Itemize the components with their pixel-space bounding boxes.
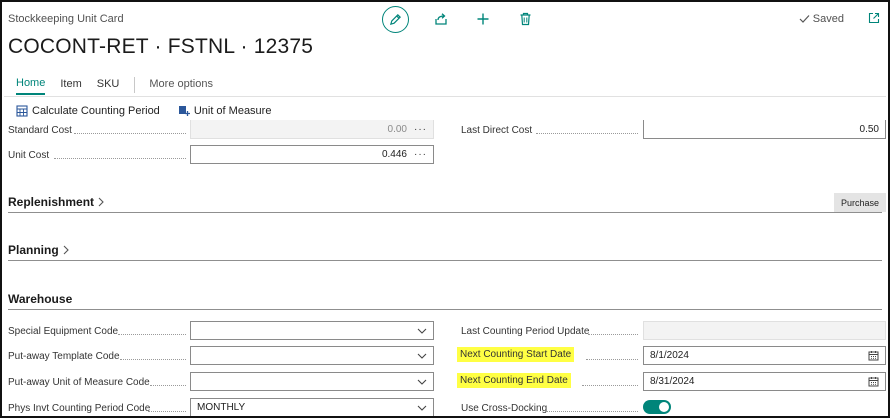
edit-button[interactable] [382, 5, 409, 33]
share-icon [435, 13, 447, 25]
standard-cost-field[interactable]: 0.00 ··· [190, 120, 434, 139]
unit-cost-field[interactable]: 0.446 ··· [190, 145, 434, 164]
next-counting-end-date-value: 8/31/2024 [650, 376, 695, 387]
tab-sku[interactable]: SKU [97, 78, 120, 94]
chevron-down-icon [417, 379, 427, 385]
last-counting-period-update-label: Last Counting Period Update [461, 326, 590, 337]
calculate-counting-period-label: Calculate Counting Period [32, 105, 160, 117]
unit-cost-value: 0.446 [381, 149, 407, 160]
last-counting-period-update-field [643, 321, 886, 340]
putaway-uom-code-select[interactable] [190, 372, 434, 391]
use-cross-docking-toggle[interactable] [643, 400, 671, 414]
use-cross-docking-label: Use Cross-Docking [461, 403, 548, 414]
phys-invt-counting-period-code-value: MONTHLY [197, 402, 246, 413]
last-direct-cost-field[interactable]: 0.50 [643, 120, 886, 139]
next-counting-end-date-field[interactable]: 8/31/2024 [643, 372, 886, 391]
unit-of-measure-icon [178, 106, 190, 116]
edit-icon [389, 13, 401, 25]
next-counting-start-date-label: Next Counting Start Date [457, 347, 575, 362]
tab-more-options[interactable]: More options [149, 78, 213, 94]
standard-cost-more-icon[interactable]: ··· [414, 124, 427, 135]
phys-invt-counting-period-code-leader [148, 411, 186, 412]
chevron-down-icon [417, 353, 427, 359]
add-icon [477, 13, 489, 25]
card-toolbar [382, 5, 535, 33]
page-title: COCONT-RET · FSTNL · 12375 [8, 35, 314, 58]
special-equipment-code-leader [118, 334, 186, 335]
next-counting-start-date-highlight: Next Counting Start Date [457, 347, 575, 362]
page-caption: Stockkeeping Unit Card [8, 13, 124, 25]
tab-home[interactable]: Home [16, 77, 46, 95]
special-equipment-code-label: Special Equipment Code [8, 326, 119, 337]
unit-cost-label: Unit Cost [8, 150, 50, 161]
action-bar: Calculate Counting Period Unit of Measur… [16, 105, 289, 117]
phys-invt-counting-period-code-select[interactable]: MONTHLY [190, 398, 434, 416]
toggle-knob [659, 402, 669, 412]
replenishment-divider [8, 212, 882, 213]
replenishment-title: Replenishment [8, 195, 95, 209]
purchase-button[interactable]: Purchase [834, 193, 886, 212]
calculate-counting-period-button[interactable]: Calculate Counting Period [16, 105, 160, 117]
putaway-template-code-label: Put-away Template Code [8, 351, 120, 362]
action-tabs: Home Item SKU More options [16, 76, 228, 95]
open-in-new-window-icon [868, 12, 880, 24]
tab-separator [134, 76, 136, 93]
checkmark-icon [799, 15, 810, 23]
chevron-down-icon [417, 328, 427, 334]
planning-title: Planning [8, 243, 59, 257]
next-counting-start-date-leader [586, 359, 638, 360]
chevron-right-icon [98, 197, 104, 207]
next-counting-start-date-value: 8/1/2024 [650, 350, 689, 361]
standard-cost-leader [74, 133, 186, 134]
phys-invt-counting-period-code-label: Phys Invt Counting Period Code [8, 403, 151, 414]
putaway-template-code-select[interactable] [190, 346, 434, 365]
standard-cost-label: Standard Cost [8, 125, 72, 136]
next-counting-end-date-label: Next Counting End Date [457, 373, 571, 388]
last-direct-cost-label: Last Direct Cost [461, 125, 533, 136]
share-button[interactable] [431, 9, 451, 29]
last-direct-cost-leader [536, 133, 638, 134]
tab-item[interactable]: Item [60, 78, 81, 94]
delete-button[interactable] [515, 9, 535, 29]
chevron-right-icon [63, 245, 69, 255]
calculate-icon [16, 105, 28, 117]
unit-of-measure-label: Unit of Measure [193, 105, 272, 117]
warehouse-divider [8, 309, 882, 310]
delete-icon [520, 12, 530, 26]
tabs-divider [4, 96, 886, 97]
next-counting-start-date-field[interactable]: 8/1/2024 [643, 346, 886, 365]
calendar-icon[interactable] [868, 376, 879, 387]
unit-cost-leader [54, 158, 186, 159]
unit-cost-more-icon[interactable]: ··· [414, 149, 427, 160]
special-equipment-code-select[interactable] [190, 321, 434, 340]
planning-section-header[interactable]: Planning [8, 243, 70, 257]
putaway-template-code-leader [120, 359, 186, 360]
last-counting-period-update-leader [588, 334, 638, 335]
chevron-down-icon [417, 405, 427, 411]
putaway-uom-code-leader [150, 385, 186, 386]
planning-divider [8, 260, 882, 261]
stockkeeping-unit-card: Stockkeeping Unit Card COCONT-RET · FSTN… [0, 0, 890, 418]
saved-status: Saved [799, 13, 844, 25]
open-new-window-button[interactable] [868, 11, 880, 29]
warehouse-section-header[interactable]: Warehouse [8, 292, 72, 306]
warehouse-title: Warehouse [8, 292, 73, 306]
unit-of-measure-button[interactable]: Unit of Measure [178, 105, 272, 117]
last-direct-cost-value: 0.50 [859, 123, 879, 135]
new-button[interactable] [473, 9, 493, 29]
saved-label: Saved [812, 13, 844, 25]
replenishment-section-header[interactable]: Replenishment [8, 195, 105, 209]
standard-cost-value: 0.00 [387, 123, 407, 135]
next-counting-end-date-leader [582, 385, 638, 386]
next-counting-end-date-highlight: Next Counting End Date [457, 373, 571, 388]
use-cross-docking-leader [546, 411, 638, 412]
putaway-uom-code-label: Put-away Unit of Measure Code [8, 377, 150, 388]
calendar-icon[interactable] [868, 350, 879, 361]
